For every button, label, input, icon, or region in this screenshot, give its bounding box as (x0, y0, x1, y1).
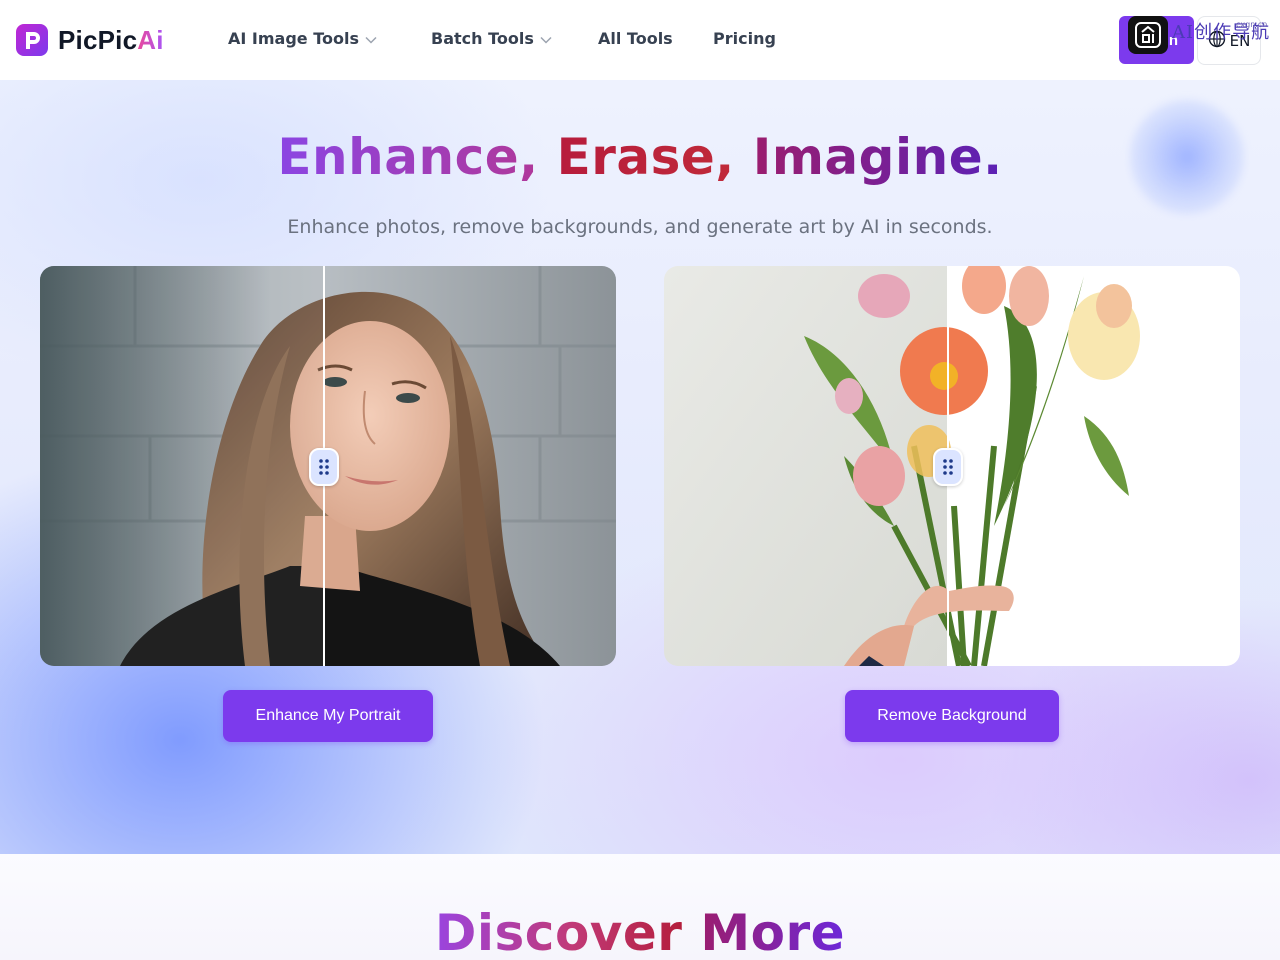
brand-name-main: PicPic (58, 24, 138, 55)
hero-title-enhance: Enhance, (277, 128, 539, 186)
nav-all-tools-label: All Tools (598, 29, 673, 48)
remove-background-button[interactable]: Remove Background (845, 690, 1059, 742)
nav-all-tools[interactable]: All Tools (598, 29, 673, 48)
hero-subtitle: Enhance photos, remove backgrounds, and … (287, 216, 993, 238)
enhance-portrait-button[interactable]: Enhance My Portrait (223, 690, 433, 742)
portrait-enhance-comparison[interactable] (40, 266, 616, 666)
nav-batch-tools[interactable]: Batch Tools (431, 29, 552, 48)
chuang-logo-icon (1128, 16, 1168, 54)
drag-handle-icon[interactable] (309, 448, 339, 486)
discover-more-section: Discover More (0, 854, 1280, 960)
enhance-portrait-label: Enhance My Portrait (255, 707, 401, 724)
hero-section: Enhance, Erase, Imagine. Enhance photos,… (0, 80, 1280, 854)
brand-logo[interactable]: PicPicAi (16, 24, 164, 56)
top-navigation-bar: PicPicAi AI Image Tools Batch Tools All … (0, 0, 1280, 80)
nav-batch-tools-label: Batch Tools (431, 29, 534, 48)
drag-handle-icon[interactable] (933, 448, 963, 486)
nav-ai-image-tools-label: AI Image Tools (228, 29, 359, 48)
hero-title-imagine: Imagine. (752, 128, 1003, 186)
background-remove-comparison[interactable] (664, 266, 1240, 666)
chevron-down-icon (365, 29, 377, 48)
nav-ai-image-tools[interactable]: AI Image Tools (228, 29, 377, 48)
hero-title: Enhance, Erase, Imagine. (0, 128, 1280, 186)
watermark-domain: cxgn.cn (1236, 20, 1268, 29)
nav-pricing-label: Pricing (713, 29, 776, 48)
discover-title-word2: More (700, 904, 846, 960)
nav-pricing[interactable]: Pricing (713, 29, 776, 48)
p-logo-icon (16, 24, 48, 56)
chevron-down-icon (540, 29, 552, 48)
brand-name: PicPicAi (58, 25, 164, 56)
discover-more-title: Discover More (0, 904, 1280, 960)
hero-title-erase: Erase, (556, 128, 735, 186)
remove-background-label: Remove Background (877, 707, 1027, 724)
discover-title-word1: Discover (434, 904, 683, 960)
brand-name-accent: Ai (137, 24, 164, 55)
